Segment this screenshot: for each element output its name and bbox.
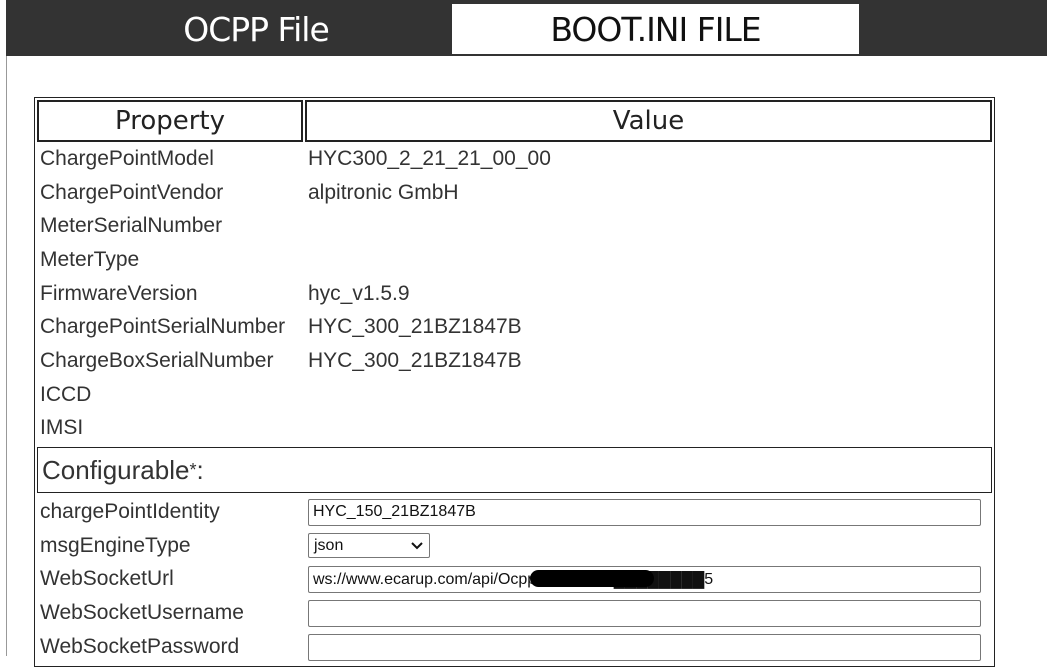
property-value: HYC_300_21BZ1847B: [308, 315, 522, 339]
property-name: chargePointIdentity: [40, 500, 220, 524]
property-name: WebSocketUsername: [40, 601, 244, 625]
configurable-label: Configurable: [42, 454, 190, 485]
property-name: FirmwareVersion: [40, 281, 198, 305]
selected-option: json: [314, 536, 344, 554]
tab-boot-ini-file[interactable]: BOOT.INI FILE: [452, 4, 859, 54]
property-name: msgEngineType: [40, 533, 191, 557]
config-row: WebSocketUsername: [37, 596, 992, 630]
property-name: ChargeBoxSerialNumber: [40, 348, 274, 372]
msg-engine-type-select[interactable]: json: [308, 533, 430, 559]
content-border: [6, 56, 7, 656]
table-row: ChargePointVendor alpitronic GmbH: [37, 176, 992, 210]
table-row: MeterSerialNumber: [37, 209, 992, 243]
property-name: ICCD: [40, 382, 92, 406]
configurable-section-header: Configurable *:: [37, 447, 992, 494]
config-row: WebSocketPassword: [37, 630, 992, 664]
tab-ocpp-file[interactable]: OCPP File: [106, 4, 406, 54]
table-row: FirmwareVersion hyc_v1.5.9: [37, 277, 992, 311]
property-value: hyc_v1.5.9: [308, 281, 410, 305]
table-row: MeterType: [37, 243, 992, 277]
charge-point-identity-input[interactable]: [308, 498, 981, 526]
chevron-down-icon: [411, 537, 423, 555]
property-name: WebSocketPassword: [40, 634, 240, 658]
table-row: ChargePointSerialNumber HYC_300_21BZ1847B: [37, 310, 992, 344]
table-row: IMSI: [37, 412, 992, 446]
websocket-username-input[interactable]: [308, 599, 981, 627]
required-asterisk: *: [189, 459, 197, 480]
redaction-mark: [530, 569, 654, 587]
property-value: HYC300_2_21_21_00_00: [308, 146, 551, 170]
header-value: Value: [305, 100, 992, 142]
properties-table: Property Value ChargePointModel HYC300_2_…: [34, 97, 995, 667]
property-name: ChargePointSerialNumber: [40, 315, 286, 339]
property-name: ChargePointModel: [40, 146, 214, 170]
property-name: MeterSerialNumber: [40, 214, 223, 238]
config-row: msgEngineType json: [37, 529, 992, 563]
configurable-colon: :: [196, 454, 204, 485]
property-value: alpitronic GmbH: [308, 180, 459, 204]
table-row: ChargeBoxSerialNumber HYC_300_21BZ1847B: [37, 344, 992, 378]
property-name: IMSI: [40, 416, 84, 440]
top-nav-bar: OCPP File BOOT.INI FILE: [6, 0, 1047, 56]
property-name: ChargePointVendor: [40, 180, 224, 204]
header-property: Property: [37, 100, 303, 142]
property-value: HYC_300_21BZ1847B: [308, 348, 522, 372]
config-row: WebSocketUrl: [37, 563, 992, 597]
table-row: ICCD: [37, 378, 992, 412]
websocket-password-input[interactable]: [308, 633, 981, 661]
property-name: MeterType: [40, 247, 140, 271]
table-row: ChargePointModel HYC300_2_21_21_00_00: [37, 142, 992, 176]
property-name: WebSocketUrl: [40, 567, 174, 591]
config-row: chargePointIdentity: [37, 495, 992, 529]
